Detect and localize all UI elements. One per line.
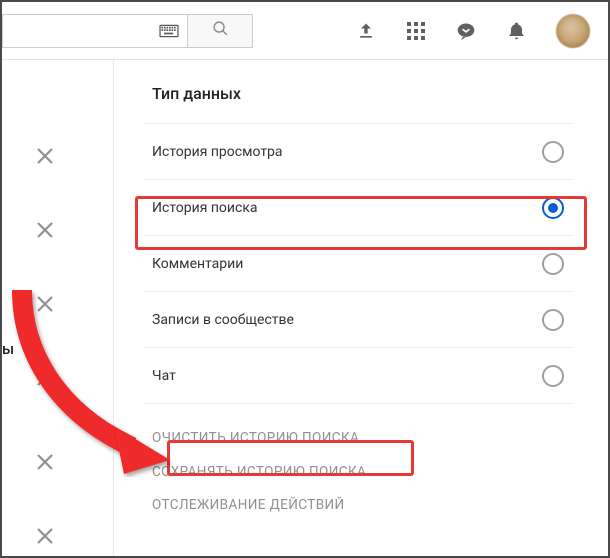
history-close-column <box>2 60 114 556</box>
radio-icon <box>542 141 564 163</box>
option-label: История поиска <box>152 200 258 216</box>
option-label: История просмотра <box>152 144 283 160</box>
section-title: Тип данных <box>144 84 572 103</box>
header-icons <box>356 14 590 48</box>
search-button[interactable] <box>187 14 253 48</box>
option-label: Записи в сообществе <box>152 312 294 328</box>
option-comments[interactable]: Комментарии <box>144 235 572 291</box>
close-icon[interactable] <box>36 147 54 165</box>
search-icon <box>212 20 229 41</box>
top-header <box>2 2 608 60</box>
search-input[interactable] <box>2 14 187 48</box>
action-keep-search-history[interactable]: СОХРАНЯТЬ ИСТОРИЮ ПОИСКА <box>144 456 374 490</box>
search-box <box>2 14 253 48</box>
close-icon[interactable] <box>36 369 54 387</box>
radio-icon <box>542 309 564 331</box>
option-search-history[interactable]: История поиска <box>144 179 572 235</box>
radio-icon <box>542 253 564 275</box>
close-icon[interactable] <box>36 221 54 239</box>
option-view-history[interactable]: История просмотра <box>144 123 572 179</box>
radio-icon <box>542 197 564 219</box>
close-icon[interactable] <box>36 527 54 545</box>
keyboard-icon[interactable] <box>159 24 179 38</box>
action-clear-search-history[interactable]: ОЧИСТИТЬ ИСТОРИЮ ПОИСКА <box>144 422 367 456</box>
actions: ОЧИСТИТЬ ИСТОРИЮ ПОИСКА СОХРАНЯТЬ ИСТОРИ… <box>144 403 572 523</box>
settings-panel: Тип данных История просмотра История пои… <box>114 60 608 556</box>
data-type-options: История просмотра История поиска Коммент… <box>144 123 572 403</box>
option-label: Комментарии <box>152 256 243 272</box>
close-icon[interactable] <box>36 295 54 313</box>
option-chat[interactable]: Чат <box>144 347 572 403</box>
option-label: Чат <box>152 368 176 384</box>
close-icon[interactable] <box>36 453 54 471</box>
radio-icon <box>542 365 564 387</box>
apps-icon[interactable] <box>406 21 426 41</box>
content: Тип данных История просмотра История пои… <box>2 60 608 556</box>
action-activity-tracking[interactable]: ОТСЛЕЖИВАНИЕ ДЕЙСТВИЙ <box>144 489 353 523</box>
bell-icon[interactable] <box>506 21 526 41</box>
upload-icon[interactable] <box>356 21 376 41</box>
option-community-posts[interactable]: Записи в сообществе <box>144 291 572 347</box>
avatar[interactable] <box>556 14 590 48</box>
truncated-text: ы <box>2 340 14 358</box>
messages-icon[interactable] <box>456 21 476 41</box>
